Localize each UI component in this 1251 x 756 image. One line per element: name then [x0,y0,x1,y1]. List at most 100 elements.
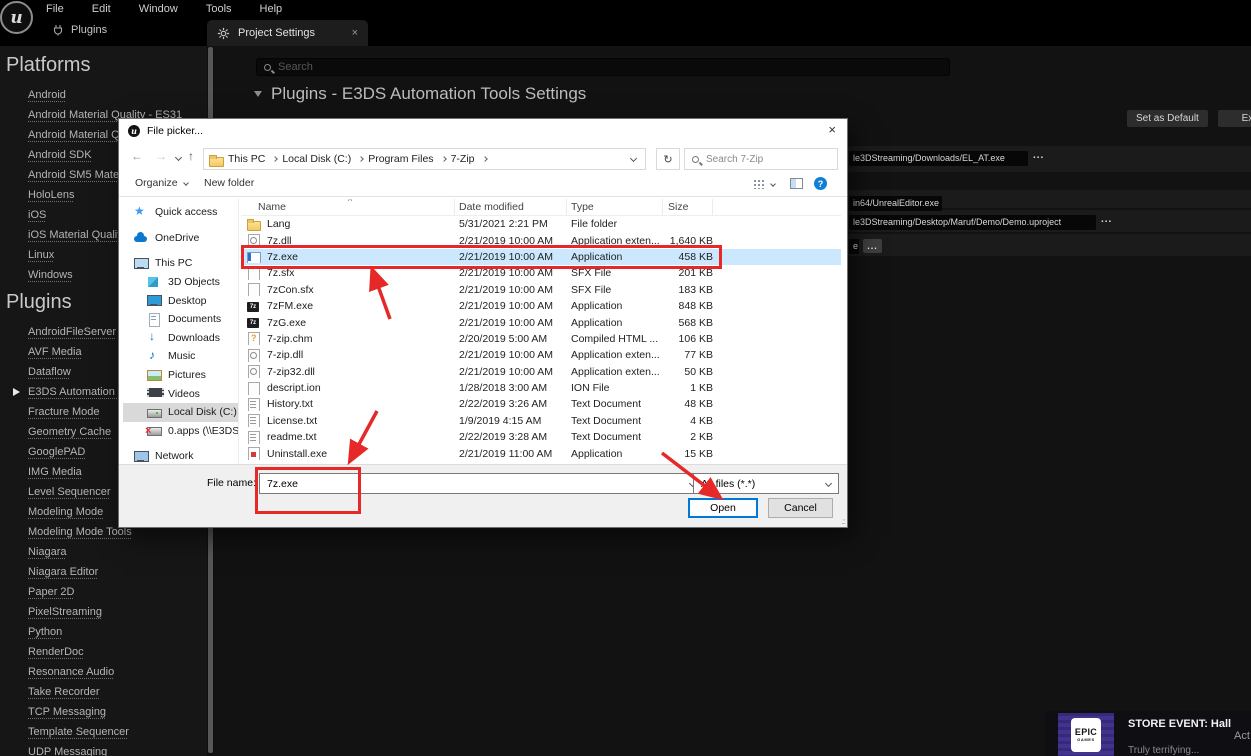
sidebar-item-plugin[interactable]: Paper 2D [6,582,207,602]
sidebar-item-plugin[interactable]: PixelStreaming [6,602,207,622]
file-row[interactable]: 7z.exe 2/21/2019 10:00 AM Application 45… [241,249,841,265]
file-row[interactable]: Lang 5/31/2021 2:21 PM File folder [241,216,841,232]
nav-item[interactable]: Pictures [123,366,238,385]
automation-exe-path-field[interactable]: le3DStreaming/Downloads/EL_AT.exe [849,151,1028,166]
nav-item[interactable]: Music [123,347,238,366]
file-row[interactable]: 7-zip.chm 2/20/2019 5:00 AM Compiled HTM… [241,331,841,347]
screen: u FileEditWindowToolsHelp Plugins Projec… [0,0,1251,756]
menu-item[interactable]: Edit [78,2,125,16]
file-name-input[interactable]: 7z.exe [259,473,703,494]
tab-plugins[interactable]: Plugins [52,24,107,36]
file-row[interactable]: 7z.sfx 2/21/2019 10:00 AM SFX File 201 K… [241,265,841,281]
nav-item[interactable]: OneDrive [123,229,238,248]
column-header-type[interactable]: Type [567,199,663,215]
breadcrumb-segment[interactable]: This PC [228,153,277,165]
network-drive-icon [147,424,161,437]
tab-close-icon[interactable]: × [352,28,358,39]
sidebar-item-platform[interactable]: Android [6,85,207,105]
toast-title: STORE EVENT: Hall [1128,718,1231,730]
breadcrumb-separator-icon [482,156,488,162]
sidebar-item-plugin[interactable]: Take Recorder [6,682,207,702]
view-options-icon[interactable] [753,179,765,189]
platforms-heading: Platforms [6,54,207,77]
exe-file-icon [247,250,260,263]
tab-project-settings-label: Project Settings [238,27,315,39]
forward-button[interactable]: → [155,149,167,163]
back-button[interactable]: ← [131,149,143,163]
dialog-title-bar[interactable]: u File picker... [119,119,847,143]
path-field-partial[interactable]: e [849,239,859,254]
sidebar-item-plugin[interactable]: Resonance Audio [6,662,207,682]
menu-item[interactable]: Window [125,2,192,16]
address-bar[interactable]: This PC Local Disk (C:) Program Files 7-… [203,148,646,170]
quick-access-star-icon [134,206,148,219]
dialog-close-icon[interactable]: × [828,122,836,137]
organize-menu-button[interactable]: Organize [135,177,188,189]
new-folder-button[interactable]: New folder [204,177,254,189]
nav-item[interactable]: This PC [123,254,238,273]
nav-item[interactable]: Local Disk (C:) [123,403,238,422]
breadcrumb-segment[interactable]: 7-Zip [451,153,487,165]
file-row[interactable]: 7zG.exe 2/21/2019 10:00 AM Application 5… [241,314,841,330]
sort-ascending-icon[interactable]: ^ [348,199,352,206]
browse-ellipsis-button[interactable]: ... [863,239,882,253]
set-as-default-button[interactable]: Set as Default [1127,110,1208,127]
tab-project-settings[interactable]: Project Settings × [207,20,368,46]
file-row[interactable]: Uninstall.exe 2/21/2019 11:00 AM Applica… [241,445,841,461]
file-row[interactable]: 7z.dll 2/21/2019 10:00 AM Application ex… [241,232,841,248]
file-list-header: Name Date modified Type Size ^ [241,199,841,216]
up-button[interactable]: ↑ [188,149,194,163]
browse-ellipsis-button[interactable]: ... [1033,150,1044,161]
sidebar-item-plugin[interactable]: Niagara [6,542,207,562]
refresh-button[interactable]: ↻ [656,148,680,170]
breadcrumb-segment[interactable]: Local Disk (C:) [282,153,363,165]
sidebar-item-plugin[interactable]: Python [6,622,207,642]
breadcrumb-separator-icon [273,156,279,162]
view-options-chevron-icon[interactable] [770,181,776,187]
menu-item[interactable]: Tools [192,2,246,16]
uproject-path-field[interactable]: le3DStreaming/Desktop/Maruf/Demo/Demo.up… [849,215,1096,230]
help-icon[interactable]: ? [814,177,827,190]
settings-search-input[interactable]: Search [256,58,950,76]
open-button[interactable]: Open [688,498,758,518]
file-row[interactable]: 7-zip.dll 2/21/2019 10:00 AM Application… [241,347,841,363]
resize-grip[interactable]: .:: [841,517,845,526]
nav-item[interactable]: Downloads [123,329,238,348]
videos-icon [147,387,161,400]
file-row[interactable]: History.txt 2/22/2019 3:26 AM Text Docum… [241,396,841,412]
cancel-button[interactable]: Cancel [768,498,833,518]
epic-store-toast[interactable]: EPIC GAMES STORE EVENT: Hall Act Truly t… [1046,711,1251,756]
recent-locations-chevron-icon[interactable] [175,154,182,161]
menu-item[interactable]: File [32,2,78,16]
browse-ellipsis-button[interactable]: ... [1101,214,1112,225]
file-row[interactable]: License.txt 1/9/2019 4:15 AM Text Docume… [241,413,841,429]
nav-item[interactable]: Documents [123,310,238,329]
menu-item[interactable]: Help [246,2,297,16]
file-row[interactable]: 7zFM.exe 2/21/2019 10:00 AM Application … [241,298,841,314]
sidebar-item-plugin[interactable]: Niagara Editor [6,562,207,582]
file-row[interactable]: readme.txt 2/22/2019 3:28 AM Text Docume… [241,429,841,445]
file-row[interactable]: 7-zip32.dll 2/21/2019 10:00 AM Applicati… [241,364,841,380]
nav-item[interactable]: 3D Objects [123,273,238,292]
dialog-search-input[interactable]: Search 7-Zip [684,148,838,170]
nav-item[interactable]: 0.apps (\\E3DS-AS1 [123,422,238,441]
txt-file-icon [247,414,260,427]
sidebar-item-plugin[interactable]: RenderDoc [6,642,207,662]
chevron-down-icon[interactable] [254,91,262,97]
editor-exe-path-field[interactable]: in64/UnrealEditor.exe [849,196,942,211]
file-row[interactable]: 7zCon.sfx 2/21/2019 10:00 AM SFX File 18… [241,282,841,298]
preview-pane-icon[interactable] [790,178,803,189]
file-type-filter-select[interactable]: All files (*.*) [693,473,839,494]
nav-item[interactable]: Network [123,447,238,466]
export-button[interactable]: Expo [1218,110,1251,127]
sidebar-item-plugin[interactable]: UDP Messaging [6,742,207,756]
column-header-date[interactable]: Date modified [455,199,567,215]
column-header-size[interactable]: Size [663,199,713,215]
nav-item[interactable]: Quick access [123,203,238,222]
sidebar-item-plugin[interactable]: Template Sequencer [6,722,207,742]
breadcrumb-segment[interactable]: Program Files [368,153,445,165]
sidebar-item-plugin[interactable]: TCP Messaging [6,702,207,722]
nav-item[interactable]: Desktop [123,291,238,310]
file-row[interactable]: descript.ion 1/28/2018 3:00 AM ION File … [241,380,841,396]
nav-item[interactable]: Videos [123,384,238,403]
